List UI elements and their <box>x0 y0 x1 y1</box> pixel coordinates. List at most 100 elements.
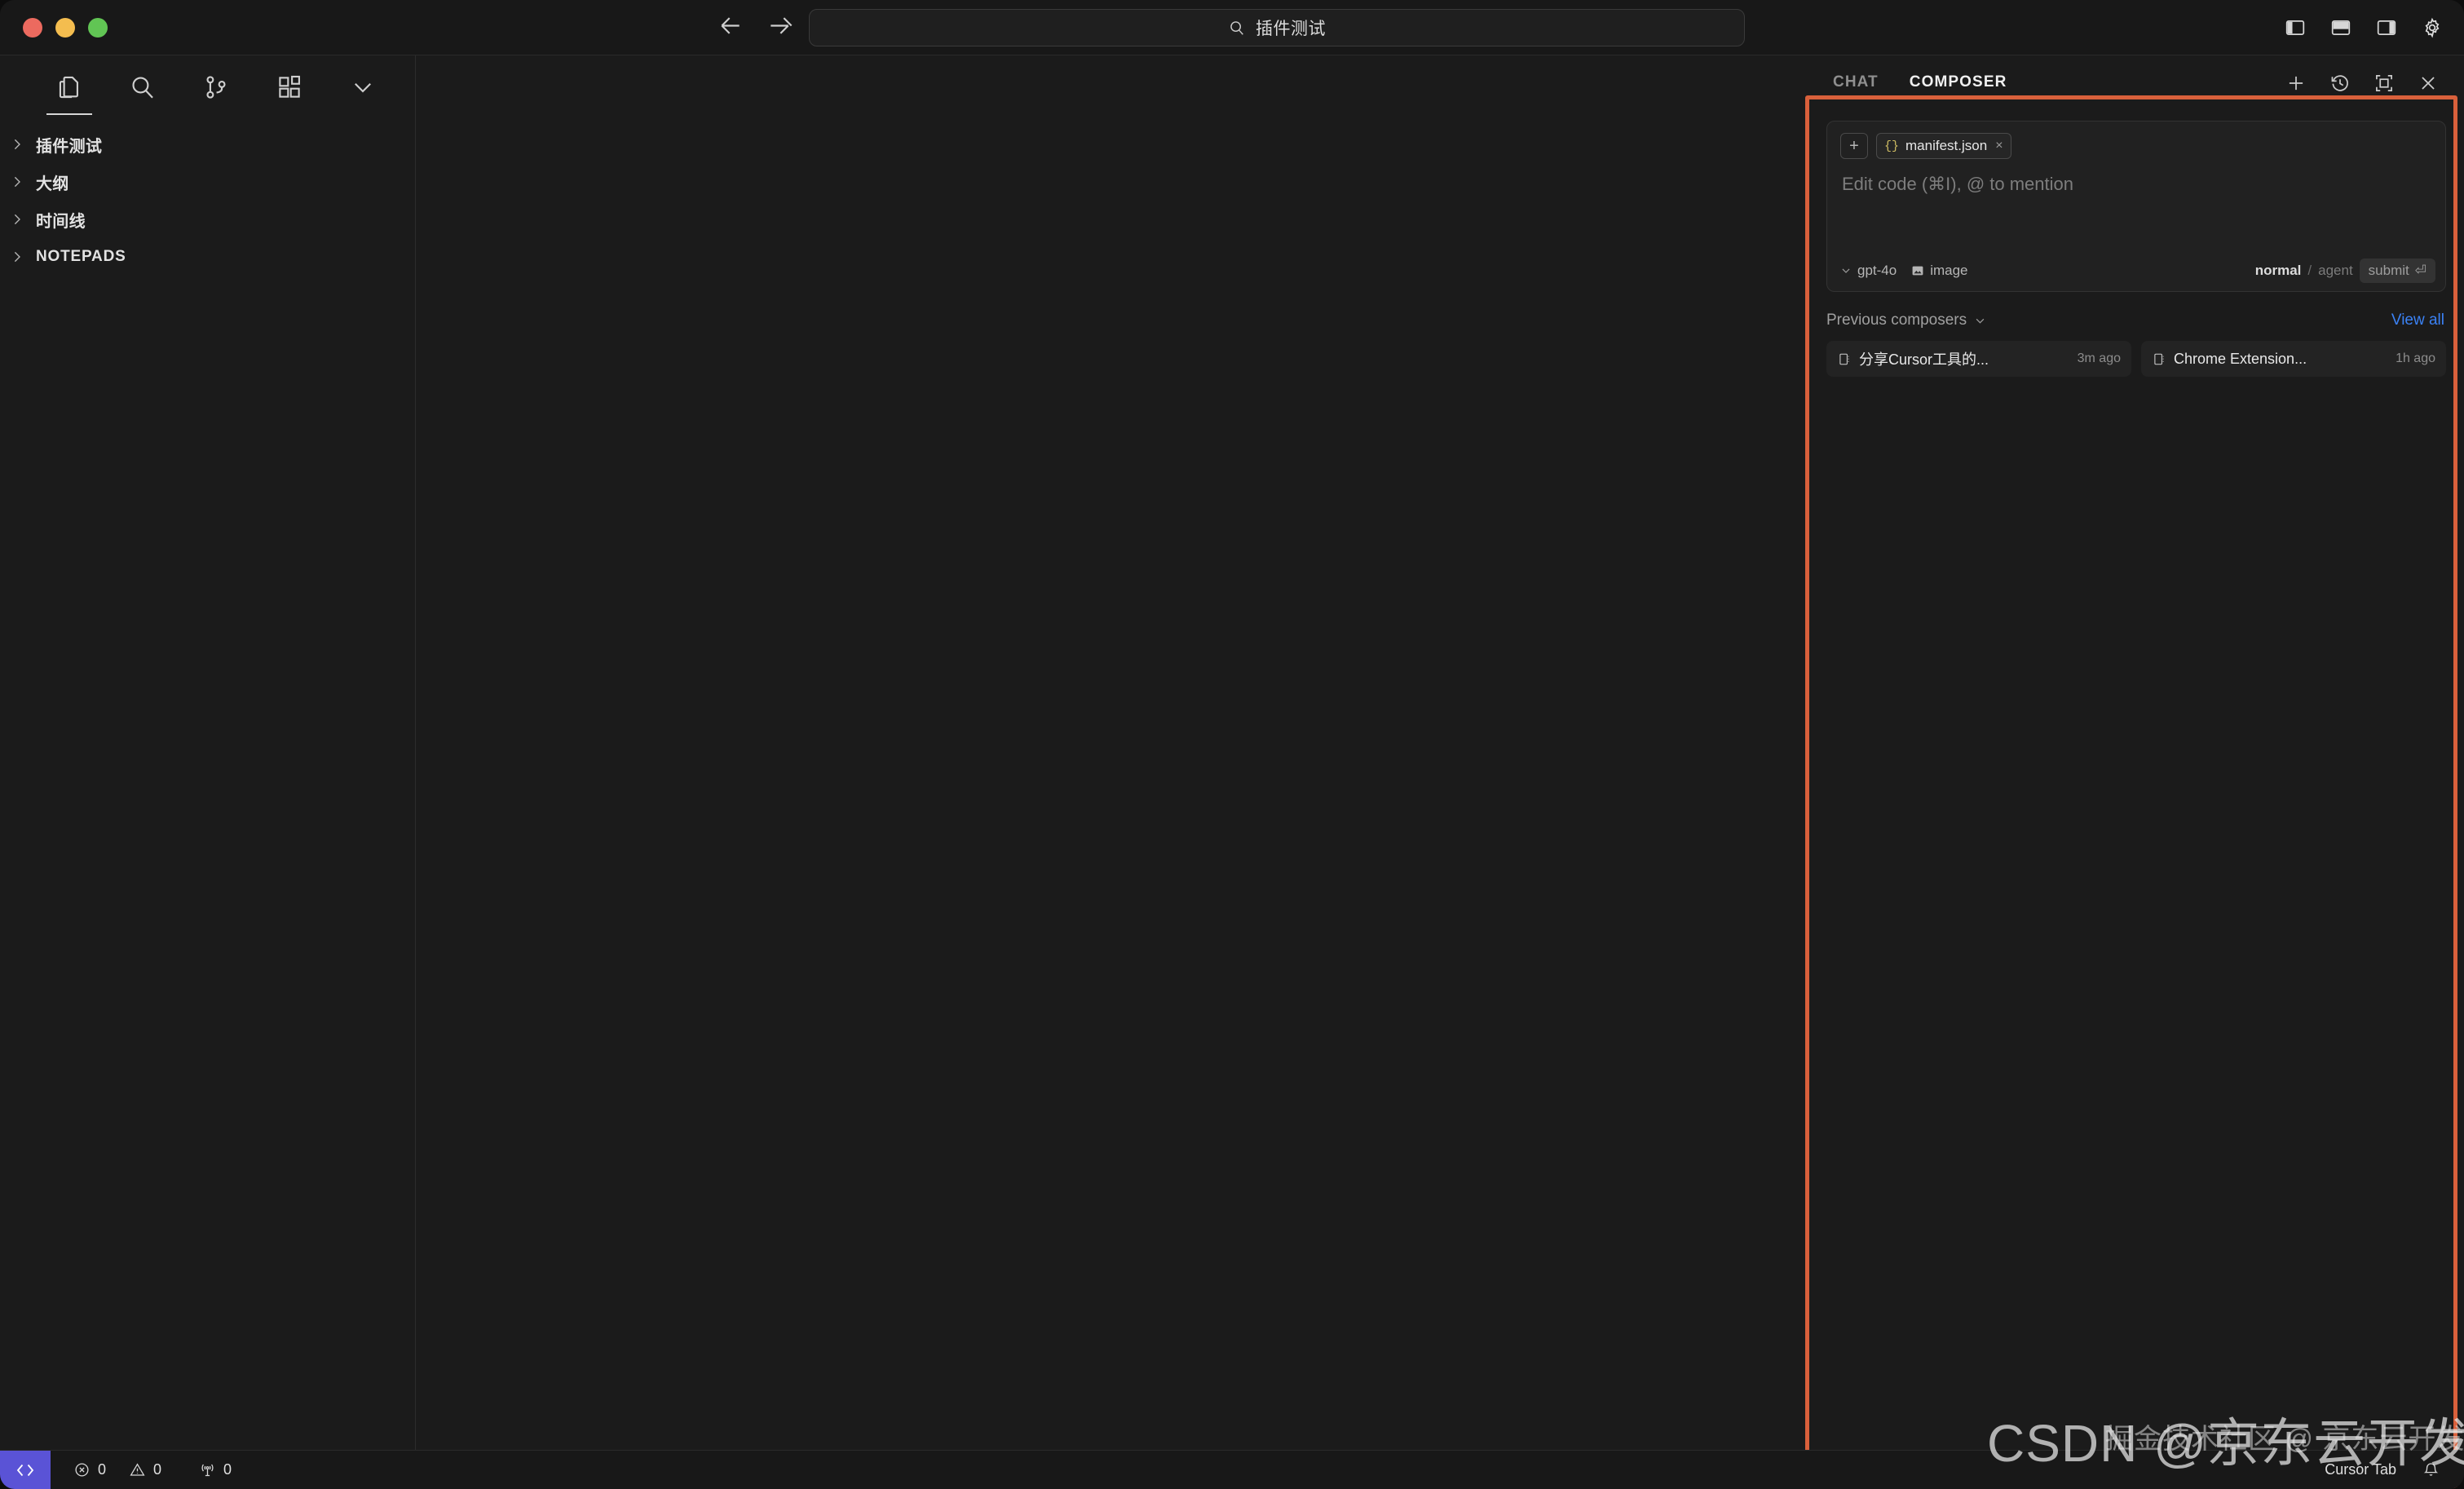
composer-input-card[interactable]: + {} manifest.json × Edit code (⌘I), @ t… <box>1826 121 2446 292</box>
plus-icon[interactable] <box>2283 70 2309 96</box>
status-bar-right: Cursor Tab <box>2313 1451 2464 1489</box>
close-icon[interactable] <box>2415 70 2441 96</box>
notebook-icon <box>1839 353 1849 365</box>
status-warnings-count: 0 <box>153 1461 162 1478</box>
status-errors-count: 0 <box>98 1461 107 1478</box>
tree-item-label: 插件测试 <box>36 137 103 156</box>
workbench-body: 插件测试 大纲 时间线 NOTEPADS CHAT COMPOSER + {} … <box>0 55 2464 1489</box>
history-icon[interactable] <box>2327 70 2353 96</box>
tree-item-1[interactable]: 大纲 <box>0 163 415 201</box>
tab-chat[interactable]: CHAT <box>1831 65 1880 101</box>
status-errors[interactable]: 0 <box>62 1451 117 1489</box>
gear-icon[interactable] <box>2418 14 2446 42</box>
mode-agent[interactable]: agent <box>2318 263 2353 279</box>
chevron-down-icon[interactable] <box>345 64 381 110</box>
tree-item-2[interactable]: 时间线 <box>0 201 415 238</box>
navigation-arrows <box>718 12 793 42</box>
view-all-link[interactable]: View all <box>2391 311 2444 329</box>
context-chips: + {} manifest.json × <box>1827 122 2445 162</box>
search-value: 插件测试 <box>1256 20 1326 38</box>
chevron-right-icon <box>7 209 28 230</box>
status-ports[interactable]: 0 <box>188 1451 243 1489</box>
tree-item-3[interactable]: NOTEPADS <box>0 238 415 276</box>
status-warnings[interactable]: 0 <box>117 1451 173 1489</box>
files-icon[interactable] <box>46 64 92 115</box>
title-bar: 插件测试 <box>0 0 2464 55</box>
secondary-sidebar: CHAT COMPOSER + {} manifest.json × Edit … <box>1804 55 2464 1450</box>
search-input[interactable]: 插件测试 <box>809 9 1745 46</box>
model-selector[interactable]: gpt-4o <box>1840 263 1897 279</box>
bell-icon <box>2423 1463 2439 1476</box>
tree-item-label: 大纲 <box>36 175 69 193</box>
status-bar-left: 0 0 0 <box>51 1451 243 1489</box>
attach-image-button[interactable]: image <box>1911 263 1968 279</box>
extensions-icon[interactable] <box>272 64 307 110</box>
close-window-button[interactable] <box>23 17 42 38</box>
previous-composers-toggle[interactable]: Previous composers <box>1826 311 1986 329</box>
image-icon <box>1912 266 1923 276</box>
context-chip-manifest[interactable]: {} manifest.json × <box>1876 133 2011 159</box>
mode-separator: / <box>2307 263 2312 278</box>
chevron-right-icon <box>7 171 28 192</box>
notifications-bell[interactable] <box>2411 1451 2451 1489</box>
composer-panel: CHAT COMPOSER + {} manifest.json × Edit … <box>1804 55 2464 1450</box>
mode-normal[interactable]: normal <box>2255 263 2302 279</box>
composer-history-time: 1h ago <box>2396 351 2435 365</box>
radio-tower-icon <box>201 1464 214 1477</box>
status-bar: 0 0 0 Cursor Tab <box>0 1450 2464 1489</box>
submit-label: submit <box>2368 263 2409 278</box>
composer-mode-group: normal / agent submit ⏎ <box>2255 258 2435 283</box>
zoom-window-button[interactable] <box>88 17 108 38</box>
editor-area-empty <box>416 55 1804 1450</box>
source-control-icon[interactable] <box>198 64 234 110</box>
search-icon <box>1228 19 1246 37</box>
model-name: gpt-4o <box>1857 263 1897 278</box>
traffic-lights <box>0 17 108 38</box>
search-icon[interactable] <box>125 64 161 110</box>
composer-header-actions <box>2283 70 2441 96</box>
warning-triangle-icon <box>130 1463 145 1476</box>
chevron-down-icon <box>1976 318 1985 324</box>
tree-item-0[interactable]: 插件测试 <box>0 126 415 163</box>
layout-panel-bottom-icon[interactable] <box>2327 14 2355 42</box>
error-circle-icon <box>75 1463 89 1477</box>
remote-indicator-icon[interactable] <box>0 1450 51 1489</box>
composer-history-name: Chrome Extension... <box>2174 350 2307 367</box>
cursor-tab-status[interactable]: Cursor Tab <box>2313 1451 2408 1489</box>
context-chip-label: manifest.json <box>1905 138 1988 153</box>
previous-composers-list: 分享Cursor工具的... 3m ago Chrome Extension..… <box>1826 341 2446 377</box>
primary-sidebar: 插件测试 大纲 时间线 NOTEPADS <box>0 55 416 1450</box>
composer-history-name: 分享Cursor工具的... <box>1859 351 1989 368</box>
titlebar-actions <box>2281 14 2446 42</box>
remove-chip-icon[interactable]: × <box>1995 139 2003 153</box>
status-ports-count: 0 <box>223 1461 232 1478</box>
explorer-tree: 插件测试 大纲 时间线 NOTEPADS <box>0 119 415 276</box>
cursor-tab-label: Cursor Tab <box>2325 1461 2396 1478</box>
arrow-right-icon[interactable] <box>766 12 793 42</box>
notebook-icon <box>2154 353 2164 365</box>
add-context-button[interactable]: + <box>1840 133 1868 159</box>
chevron-down-icon <box>1842 268 1850 273</box>
arrow-left-icon[interactable] <box>718 12 744 42</box>
previous-composers-header: Previous composers View all <box>1826 311 2444 329</box>
layout-sidebar-left-icon[interactable] <box>2281 14 2309 42</box>
activity-bar <box>0 55 415 119</box>
enter-glyph-icon: ⏎ <box>2414 263 2426 278</box>
expand-icon[interactable] <box>2371 70 2397 96</box>
composer-model-left: gpt-4o image <box>1840 263 1968 279</box>
chevron-right-icon <box>7 246 28 267</box>
app-window: 插件测试 插件测试 大纲 时间线 NOTEPADS CHAT COMPOSER … <box>0 0 2464 1489</box>
tree-item-label: 时间线 <box>36 212 86 231</box>
list-item[interactable]: Chrome Extension... 1h ago <box>2141 341 2446 377</box>
layout-sidebar-right-icon[interactable] <box>2373 14 2400 42</box>
composer-model-row: gpt-4o image normal / agent submit ⏎ <box>1827 250 2445 291</box>
image-label: image <box>1930 263 1968 278</box>
submit-button[interactable]: submit ⏎ <box>2359 258 2435 283</box>
previous-composers-label: Previous composers <box>1826 311 1967 329</box>
composer-header: CHAT COMPOSER <box>1804 55 2464 111</box>
composer-textarea[interactable]: Edit code (⌘I), @ to mention <box>1827 162 2445 250</box>
minimize-window-button[interactable] <box>55 17 75 38</box>
chevron-right-icon <box>7 134 28 155</box>
list-item[interactable]: 分享Cursor工具的... 3m ago <box>1826 341 2131 377</box>
tab-composer[interactable]: COMPOSER <box>1907 65 2009 101</box>
